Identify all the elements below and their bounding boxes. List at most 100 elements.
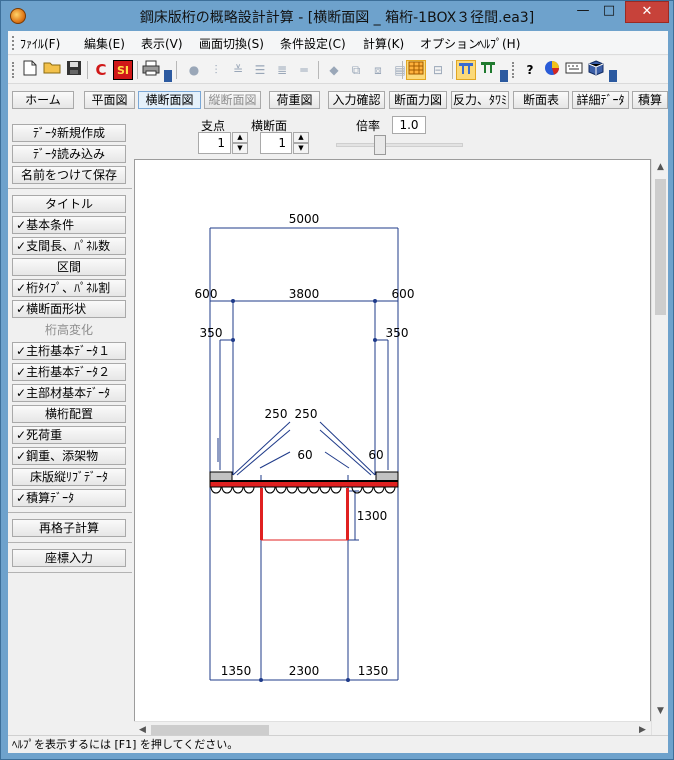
side-dead-load-button[interactable]: ✓死荷重 xyxy=(12,426,126,444)
menu-calculate[interactable]: 計算(K) xyxy=(363,35,404,52)
menu-conditions[interactable]: 条件設定(C) xyxy=(280,35,346,52)
vertical-scroll-thumb[interactable] xyxy=(655,179,666,315)
help-icon[interactable]: ? xyxy=(520,60,540,80)
left-panel: ﾃﾞｰﾀ新規作成 ﾃﾞｰﾀ読み込み 名前をつけて保存 タイトル ✓基本条件 ✓支… xyxy=(8,113,132,737)
side-load-data-button[interactable]: ﾃﾞｰﾀ読み込み xyxy=(12,145,126,163)
print-icon[interactable] xyxy=(141,60,161,80)
book-tool-icon[interactable]: ⊟ xyxy=(428,60,448,80)
menu-view[interactable]: 表示(V) xyxy=(141,35,183,52)
nav-section-table-button[interactable]: 断面表 xyxy=(513,91,569,109)
dim-web-height: 1300 xyxy=(357,509,388,523)
toolbar-separator xyxy=(137,61,138,79)
toolbar-grip-icon[interactable] xyxy=(12,62,15,78)
minimize-button[interactable]: — xyxy=(570,1,596,23)
support-stepper[interactable]: ▲ ▼ xyxy=(232,132,248,154)
vertical-scrollbar[interactable]: ▲ ▼ xyxy=(651,159,668,737)
side-new-data-button[interactable]: ﾃﾞｰﾀ新規作成 xyxy=(12,124,126,142)
drawing-canvas[interactable]: 5000 600 3800 600 350 350 250 250 60 60 … xyxy=(134,159,651,737)
side-button-label: 横断面形状 xyxy=(26,302,87,316)
side-cross-section-shape-button[interactable]: ✓横断面形状 xyxy=(12,300,126,318)
close-button[interactable]: ✕ xyxy=(625,1,669,23)
dim-tool-3-icon[interactable]: ☰ xyxy=(250,60,270,80)
menu-grip-icon[interactable] xyxy=(12,36,15,50)
side-divider xyxy=(8,572,132,573)
view-dropdown-icon[interactable] xyxy=(500,70,508,82)
side-main-member-data-button[interactable]: ✓主部材基本ﾃﾞｰﾀ xyxy=(12,384,126,402)
menu-switch-screen[interactable]: 画面切換(S) xyxy=(199,35,264,52)
side-save-as-button[interactable]: 名前をつけて保存 xyxy=(12,166,126,184)
grid-toggle-icon[interactable] xyxy=(406,60,426,80)
side-main-girder-data2-button[interactable]: ✓主桁基本ﾃﾞｰﾀ２ xyxy=(12,363,126,381)
side-girder-type-button[interactable]: ✓桁ﾀｲﾌﾟ、ﾊﾟﾈﾙ割 xyxy=(12,279,126,297)
side-estimate-data-button[interactable]: ✓積算ﾃﾞｰﾀ xyxy=(12,489,126,507)
side-interval-button[interactable]: 区間 xyxy=(12,258,126,276)
dim-tool-1-icon[interactable]: ⫶ xyxy=(206,60,226,80)
open-folder-icon[interactable] xyxy=(42,60,62,80)
side-cross-beam-button[interactable]: 横桁配置 xyxy=(12,405,126,423)
dim-right-350: 350 xyxy=(386,326,409,340)
copy-tool-icon[interactable]: ⧈ xyxy=(368,60,388,80)
title-bar[interactable]: 鋼床版桁の概略設計計算 - [横断面図 _ 箱桁-1BOX３径間.ea3] — … xyxy=(1,1,673,31)
dim-bottom-left: 1350 xyxy=(221,664,252,678)
spin-down-icon[interactable]: ▼ xyxy=(232,143,248,154)
nav-load-diagram-button[interactable]: 荷重図 xyxy=(269,91,320,109)
move-tool-icon[interactable]: ⧉ xyxy=(346,60,366,80)
menu-help[interactable]: ﾍﾙﾌﾟ(H) xyxy=(478,35,520,52)
menu-edit[interactable]: 編集(E) xyxy=(84,35,125,52)
calc-si-button[interactable]: SI xyxy=(113,60,133,80)
print-dropdown-icon[interactable] xyxy=(164,70,172,82)
menu-file[interactable]: ﾌｧｲﾙ(F) xyxy=(20,35,60,52)
eraser-icon[interactable]: ◆ xyxy=(324,60,344,80)
nav-input-check-button[interactable]: 入力確認 xyxy=(328,91,385,109)
toolbar-separator xyxy=(318,61,319,79)
dim-bottom-center: 2300 xyxy=(289,664,320,678)
dim-tool-5-icon[interactable]: ═ xyxy=(294,60,314,80)
pie-chart-icon[interactable] xyxy=(542,60,562,80)
spin-up-icon[interactable]: ▲ xyxy=(293,132,309,143)
checkmark-icon: ✓ xyxy=(16,428,27,442)
side-coordinates-button[interactable]: 座標入力 xyxy=(12,549,126,567)
side-steel-weight-button[interactable]: ✓鋼重、添架物 xyxy=(12,447,126,465)
scroll-down-icon[interactable]: ▼ xyxy=(652,703,669,720)
keyboard-icon[interactable] xyxy=(564,60,584,80)
nav-home-button[interactable]: ホーム xyxy=(12,91,74,109)
point-tool-icon[interactable]: ● xyxy=(184,60,204,80)
section-input[interactable]: 1 xyxy=(260,132,292,154)
scroll-up-icon[interactable]: ▲ xyxy=(652,159,669,176)
dim-tool-2-icon[interactable]: ≚ xyxy=(228,60,248,80)
nav-estimate-button[interactable]: 積算 xyxy=(632,91,668,109)
spin-down-icon[interactable]: ▼ xyxy=(293,143,309,154)
side-title-button[interactable]: タイトル xyxy=(12,195,126,213)
save-disk-icon[interactable] xyxy=(64,60,84,80)
nav-cross-section-button[interactable]: 横断面図 xyxy=(138,91,201,109)
dim-tool-4-icon[interactable]: ≣ xyxy=(272,60,292,80)
tools-dropdown-icon[interactable] xyxy=(609,70,617,82)
cube-icon[interactable] xyxy=(586,60,606,80)
checkmark-icon: ✓ xyxy=(16,449,27,463)
new-file-icon[interactable] xyxy=(20,60,40,80)
calc-c-button[interactable]: C xyxy=(91,60,111,80)
side-span-panel-button[interactable]: ✓支間長、ﾊﾟﾈﾙ数 xyxy=(12,237,126,255)
zoom-slider-thumb[interactable] xyxy=(374,135,386,155)
zoom-slider-track[interactable] xyxy=(336,143,463,147)
side-button-label: 支間長、ﾊﾟﾈﾙ数 xyxy=(26,239,111,253)
support-input[interactable]: 1 xyxy=(198,132,231,154)
i-girder-view-icon[interactable] xyxy=(478,60,498,80)
nav-reaction-button[interactable]: 反力、ﾀﾜﾐ xyxy=(451,91,509,109)
side-main-girder-data1-button[interactable]: ✓主桁基本ﾃﾞｰﾀ１ xyxy=(12,342,126,360)
box-girder-view-icon[interactable] xyxy=(456,60,476,80)
nav-section-force-button[interactable]: 断面力図 xyxy=(389,91,447,109)
nav-detail-data-button[interactable]: 詳細ﾃﾞｰﾀ xyxy=(572,91,629,109)
toolbar-grip-icon[interactable] xyxy=(512,62,515,78)
nav-plan-button[interactable]: 平面図 xyxy=(84,91,135,109)
section-stepper[interactable]: ▲ ▼ xyxy=(293,132,309,154)
status-text: ﾍﾙﾌﾟを表示するには [F1] を押してください。 xyxy=(12,738,239,751)
side-deck-rib-button[interactable]: 床版縦ﾘﾌﾞﾃﾞｰﾀ xyxy=(12,468,126,486)
side-basic-conditions-button[interactable]: ✓基本条件 xyxy=(12,216,126,234)
maximize-button[interactable]: □ xyxy=(596,1,622,23)
side-regrid-button[interactable]: 再格子計算 xyxy=(12,519,126,537)
spin-up-icon[interactable]: ▲ xyxy=(232,132,248,143)
menu-options[interactable]: オプション xyxy=(420,35,480,52)
checkmark-icon: ✓ xyxy=(16,491,27,505)
toolbar-separator xyxy=(176,61,177,79)
